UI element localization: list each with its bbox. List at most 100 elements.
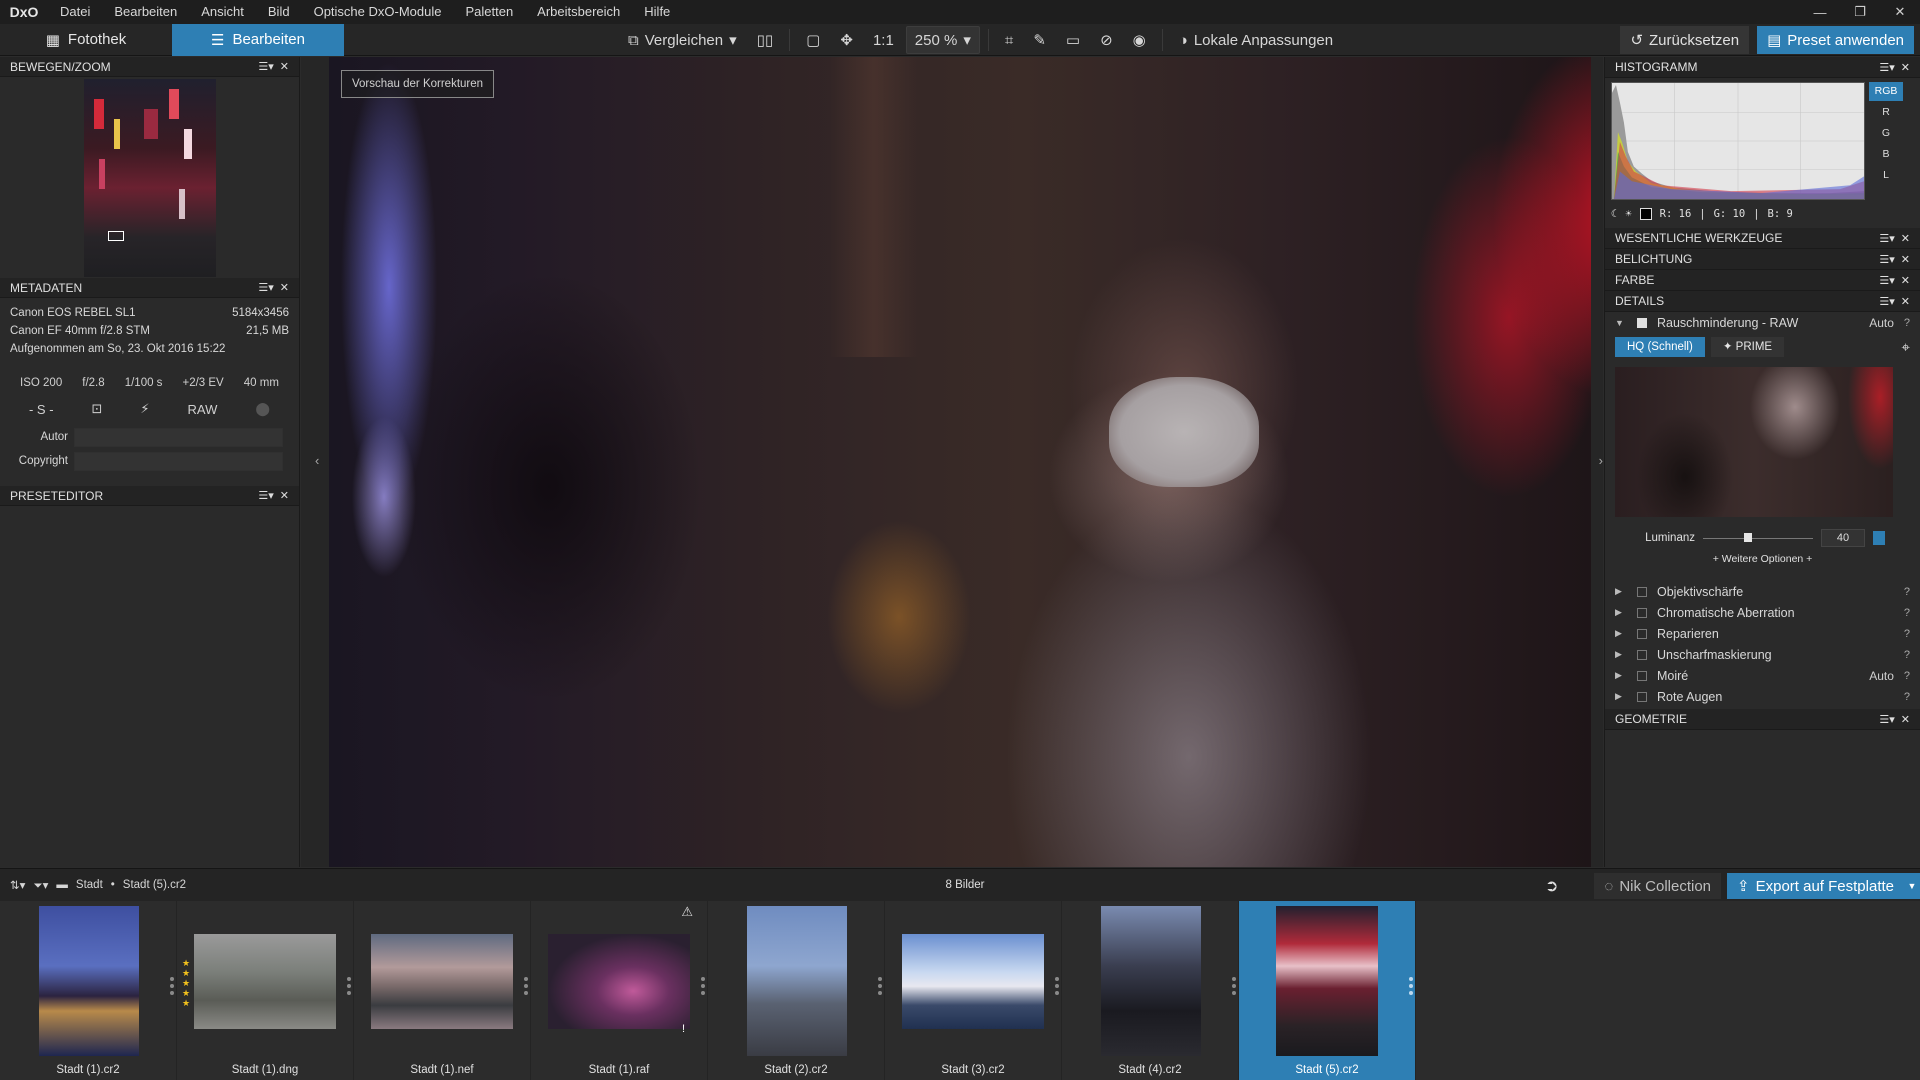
author-input[interactable]	[74, 427, 283, 447]
tool-unsharp-mask[interactable]: ▶ Unscharfmaskierung ?	[1605, 644, 1920, 665]
expand-icon[interactable]: ▶	[1615, 586, 1629, 597]
section-essential-tools[interactable]: WESENTLICHE WERKZEUGE ☰▾ ✕	[1605, 228, 1920, 249]
section-details[interactable]: DETAILS ☰▾ ✕	[1605, 291, 1920, 312]
luminance-slider[interactable]	[1703, 533, 1813, 543]
close-icon[interactable]: ✕	[1901, 713, 1910, 726]
expand-icon[interactable]: ▶	[1615, 607, 1629, 618]
tab-fotothek[interactable]: ▦ Fotothek	[0, 24, 172, 56]
close-icon[interactable]: ✕	[1901, 253, 1910, 266]
channel-l[interactable]: L	[1869, 166, 1903, 185]
tool-red-eye[interactable]: ▶ Rote Augen ?	[1605, 686, 1920, 707]
sort-icon[interactable]: ⇅▾	[10, 878, 25, 892]
tool-noise-reduction[interactable]: ▼ Rauschminderung - RAW Auto ?	[1605, 312, 1920, 333]
tool-moire[interactable]: ▶ Moiré Auto ?	[1605, 665, 1920, 686]
slider-knob[interactable]	[1744, 533, 1752, 542]
help-icon[interactable]: ?	[1904, 586, 1910, 598]
apply-preset-button[interactable]: ▤ Preset anwenden	[1757, 26, 1914, 54]
expand-open-icon[interactable]: ▼	[1615, 318, 1629, 328]
zoom-rectangle[interactable]	[107, 230, 124, 241]
collapse-right-icon[interactable]: ›	[1599, 453, 1603, 468]
panel-menu-icon[interactable]: ☰▾	[258, 60, 273, 73]
move-button[interactable]: ✥	[832, 26, 861, 54]
horizon-button[interactable]: ▭	[1058, 26, 1088, 54]
help-icon[interactable]: ?	[1904, 628, 1910, 640]
menu-hilfe[interactable]: Hilfe	[632, 0, 682, 24]
export-dropdown[interactable]: ▼	[1904, 873, 1920, 899]
fit-button[interactable]: ▢	[798, 26, 828, 54]
tab-bearbeiten[interactable]: ☰ Bearbeiten	[172, 23, 344, 56]
tool-lens-sharpness[interactable]: ▶ Objektivschärfe ?	[1605, 581, 1920, 602]
menu-paletten[interactable]: Paletten	[453, 0, 525, 24]
noise-enable-checkbox[interactable]	[1637, 317, 1647, 328]
copyright-input[interactable]	[74, 451, 283, 471]
close-icon[interactable]: ✕	[1901, 295, 1910, 308]
tool-auto[interactable]: Auto	[1869, 669, 1894, 683]
thumbnail[interactable]: Stadt (4).cr2	[1062, 901, 1239, 1080]
section-color[interactable]: FARBE ☰▾ ✕	[1605, 270, 1920, 291]
restore-icon[interactable]: ❐	[1840, 0, 1880, 24]
panel-menu-icon[interactable]: ☰▾	[258, 281, 273, 294]
channel-b[interactable]: B	[1869, 145, 1903, 164]
collapse-left-icon[interactable]: ‹	[315, 453, 319, 468]
compare-button[interactable]: ⧉ Vergleichen ▾	[620, 26, 745, 54]
close-icon[interactable]: ✕	[1880, 0, 1920, 24]
moon-icon[interactable]: ☾	[1611, 208, 1617, 220]
tool-checkbox[interactable]	[1637, 649, 1647, 660]
panel-menu-icon[interactable]: ☰▾	[1879, 253, 1894, 266]
crop-button[interactable]: ⌗	[997, 26, 1021, 54]
section-exposure[interactable]: BELICHTUNG ☰▾ ✕	[1605, 249, 1920, 270]
close-icon[interactable]: ✕	[1901, 274, 1910, 287]
noise-auto[interactable]: Auto	[1869, 316, 1894, 330]
menu-optische-module[interactable]: Optische DxO-Module	[302, 0, 454, 24]
help-icon[interactable]: ?	[1904, 670, 1910, 682]
tool-repair[interactable]: ▶ Reparieren ?	[1605, 623, 1920, 644]
thumbnail[interactable]: ⚠ ! Stadt (1).raf	[531, 901, 708, 1080]
thumbnail[interactable]: Stadt (1).cr2	[0, 901, 177, 1080]
close-icon[interactable]: ✕	[1901, 232, 1910, 245]
zoom-select[interactable]: 250 % ▾	[905, 26, 980, 54]
expand-icon[interactable]: ▶	[1615, 691, 1629, 702]
close-icon[interactable]: ✕	[280, 281, 289, 294]
nik-collection-button[interactable]: ◌ Nik Collection	[1594, 873, 1722, 899]
redeye-button[interactable]: ◉	[1125, 26, 1154, 54]
export-button[interactable]: ⇪ Export auf Festplatte	[1727, 873, 1904, 899]
panel-menu-icon[interactable]: ☰▾	[1879, 61, 1894, 74]
reset-button[interactable]: ↺ Zurücksetzen	[1620, 26, 1750, 54]
help-icon[interactable]: ?	[1904, 317, 1910, 329]
filter-icon[interactable]: ⏷▾	[33, 878, 48, 893]
ratio-button[interactable]: 1:1	[865, 26, 902, 54]
repair-button[interactable]: ⊘	[1092, 26, 1121, 54]
menu-datei[interactable]: Datei	[48, 0, 102, 24]
picker-icon[interactable]	[1873, 531, 1885, 545]
split-view-button[interactable]: ▯▯	[749, 26, 782, 54]
tool-checkbox[interactable]	[1637, 628, 1647, 639]
menu-ansicht[interactable]: Ansicht	[189, 0, 256, 24]
menu-bild[interactable]: Bild	[256, 0, 302, 24]
channel-g[interactable]: G	[1869, 124, 1903, 143]
close-icon[interactable]: ✕	[280, 489, 289, 502]
tool-checkbox[interactable]	[1637, 691, 1647, 702]
picker-button[interactable]: ✎	[1025, 26, 1054, 54]
sun-icon[interactable]: ☀	[1625, 208, 1631, 220]
tool-checkbox[interactable]	[1637, 607, 1647, 618]
channel-r[interactable]: R	[1869, 103, 1903, 122]
expand-icon[interactable]: ▶	[1615, 670, 1629, 681]
panel-menu-icon[interactable]: ☰▾	[1879, 274, 1894, 287]
minimize-icon[interactable]: —	[1800, 0, 1840, 24]
main-photo[interactable]	[329, 57, 1591, 867]
share-icon[interactable]: ➲	[1545, 876, 1558, 896]
close-icon[interactable]: ✕	[1901, 61, 1910, 74]
mode-hq-button[interactable]: HQ (Schnell)	[1615, 337, 1705, 357]
thumbnail-selected[interactable]: Stadt (5).cr2	[1239, 901, 1416, 1080]
section-geometry[interactable]: GEOMETRIE ☰▾ ✕	[1605, 709, 1920, 730]
panel-menu-icon[interactable]: ☰▾	[1879, 232, 1894, 245]
tool-checkbox[interactable]	[1637, 586, 1647, 597]
panel-menu-icon[interactable]: ☰▾	[258, 489, 273, 502]
thumbnail[interactable]: ★ ★ ★ ★ ★ Stadt (1).dng	[177, 901, 354, 1080]
panel-menu-icon[interactable]: ☰▾	[1879, 295, 1894, 308]
navigator-thumbnail[interactable]	[83, 78, 216, 277]
tool-chromatic-aberration[interactable]: ▶ Chromatische Aberration ?	[1605, 602, 1920, 623]
tool-checkbox[interactable]	[1637, 670, 1647, 681]
expand-icon[interactable]: ▶	[1615, 628, 1629, 639]
close-icon[interactable]: ✕	[280, 60, 289, 73]
